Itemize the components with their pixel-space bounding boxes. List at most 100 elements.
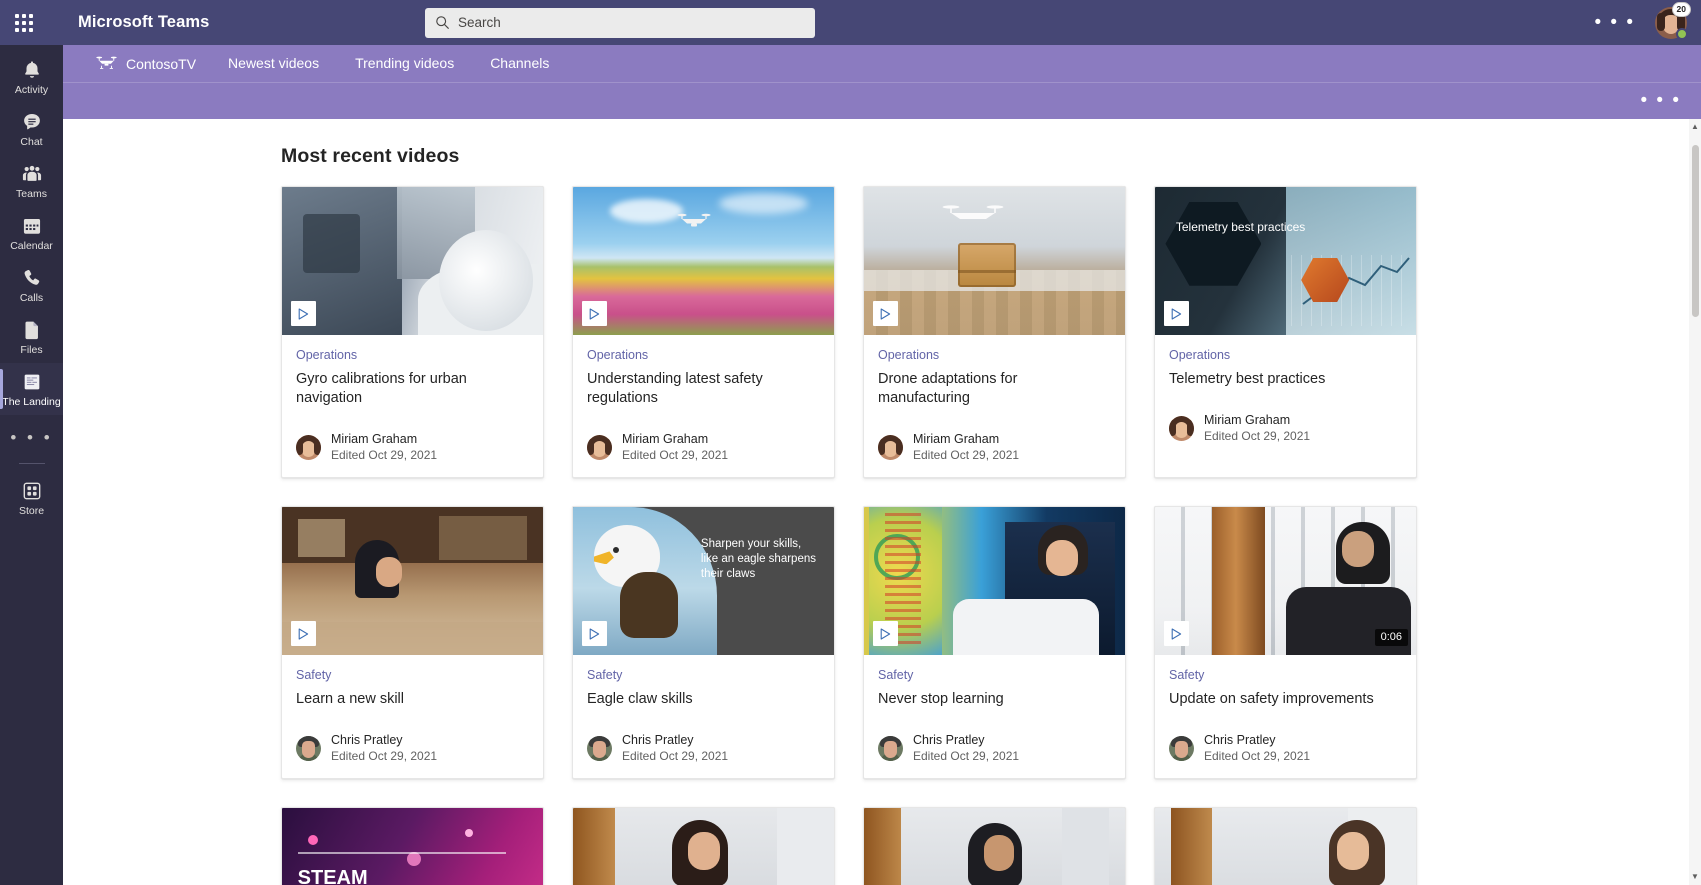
video-thumbnail[interactable] bbox=[1155, 808, 1416, 885]
tab-trending-videos[interactable]: Trending videos bbox=[337, 45, 472, 82]
video-thumbnail[interactable] bbox=[282, 507, 543, 655]
video-card[interactable]: STEAM bbox=[281, 807, 544, 885]
tab-newest-videos[interactable]: Newest videos bbox=[210, 45, 337, 82]
sidebar-item-calendar[interactable]: Calendar bbox=[0, 207, 63, 259]
sidebar-item-chat[interactable]: Chat bbox=[0, 103, 63, 155]
video-page: Most recent videos Operations Gyro calib… bbox=[63, 119, 1701, 885]
video-category[interactable]: Operations bbox=[587, 347, 820, 363]
play-button[interactable] bbox=[582, 301, 607, 326]
app-launcher-icon bbox=[15, 13, 33, 32]
play-button[interactable] bbox=[291, 301, 316, 326]
video-category[interactable]: Safety bbox=[296, 667, 529, 683]
video-card[interactable] bbox=[863, 807, 1126, 885]
video-card[interactable] bbox=[1154, 807, 1417, 885]
presence-indicator bbox=[1676, 27, 1688, 40]
tab-contosotv[interactable]: ContosoTV bbox=[96, 54, 210, 73]
play-button[interactable] bbox=[582, 621, 607, 646]
search-bar[interactable] bbox=[425, 7, 815, 38]
video-thumbnail[interactable] bbox=[864, 808, 1125, 885]
scrollbar-thumb[interactable] bbox=[1691, 145, 1699, 317]
video-title[interactable]: Telemetry best practices bbox=[1169, 370, 1402, 389]
video-thumbnail[interactable]: STEAM bbox=[282, 808, 543, 885]
video-card[interactable] bbox=[572, 807, 835, 885]
sidebar-item-the-landing[interactable]: The Landing bbox=[0, 363, 63, 415]
scroll-up-arrow[interactable]: ▲ bbox=[1689, 123, 1701, 131]
tab-channels[interactable]: Channels bbox=[472, 45, 567, 82]
video-thumbnail[interactable] bbox=[573, 187, 834, 335]
author-name: Chris Pratley bbox=[622, 733, 694, 747]
video-title[interactable]: Gyro calibrations for urban navigation bbox=[296, 370, 529, 408]
video-title[interactable]: Update on safety improvements bbox=[1169, 690, 1402, 709]
sidebar-item-label: Chat bbox=[20, 135, 43, 148]
sidebar-more-apps-button[interactable]: • • • bbox=[0, 415, 63, 461]
app-shell: Activity Chat Teams Calendar Calls Files… bbox=[0, 45, 1701, 885]
sidebar-item-activity[interactable]: Activity bbox=[0, 51, 63, 103]
video-title[interactable]: Understanding latest safety regulations bbox=[587, 370, 820, 408]
video-title[interactable]: Drone adaptations for manufacturing bbox=[878, 370, 1111, 408]
thumbnail-image bbox=[1155, 808, 1416, 885]
video-thumbnail[interactable] bbox=[864, 187, 1125, 335]
author-avatar bbox=[587, 435, 612, 460]
play-button[interactable] bbox=[873, 621, 898, 646]
video-category[interactable]: Operations bbox=[878, 347, 1111, 363]
video-thumbnail[interactable]: Telemetry best practices bbox=[1155, 187, 1416, 335]
video-category[interactable]: Safety bbox=[587, 667, 820, 683]
video-byline: Miriam Graham Edited Oct 29, 2021 bbox=[1155, 389, 1416, 458]
video-card[interactable]: Safety Never stop learning Chris Pratley… bbox=[863, 506, 1126, 779]
author-name: Chris Pratley bbox=[1204, 733, 1276, 747]
video-grid: Operations Gyro calibrations for urban n… bbox=[63, 186, 1701, 885]
author-name: Miriam Graham bbox=[622, 432, 709, 446]
author-name: Chris Pratley bbox=[331, 733, 403, 747]
page-title: Most recent videos bbox=[281, 145, 460, 167]
app-launcher-button[interactable] bbox=[0, 13, 48, 32]
video-title[interactable]: Eagle claw skills bbox=[587, 690, 820, 709]
file-icon bbox=[21, 319, 43, 341]
video-title[interactable]: Never stop learning bbox=[878, 690, 1111, 709]
video-category[interactable]: Safety bbox=[878, 667, 1111, 683]
vertical-scrollbar[interactable]: ▲ ▼ bbox=[1689, 119, 1701, 885]
video-card[interactable]: Sharpen your skills, like an eagle sharp… bbox=[572, 506, 835, 779]
sidebar-item-store[interactable]: Store bbox=[0, 472, 63, 524]
play-button[interactable] bbox=[873, 301, 898, 326]
video-card[interactable]: Operations Gyro calibrations for urban n… bbox=[281, 186, 544, 478]
video-card[interactable]: Operations Drone adaptations for manufac… bbox=[863, 186, 1126, 478]
video-thumbnail[interactable]: 0:06 bbox=[1155, 507, 1416, 655]
video-thumbnail[interactable] bbox=[864, 507, 1125, 655]
top-bar-right: • • • 20 bbox=[1588, 1, 1693, 40]
tab-overflow-button[interactable]: • • • bbox=[1640, 90, 1681, 112]
avatar[interactable]: 20 bbox=[1655, 1, 1691, 40]
sidebar-item-calls[interactable]: Calls bbox=[0, 259, 63, 311]
play-button[interactable] bbox=[291, 621, 316, 646]
video-meta: Operations Understanding latest safety r… bbox=[573, 335, 834, 408]
video-category[interactable]: Safety bbox=[1169, 667, 1402, 683]
video-title[interactable]: Learn a new skill bbox=[296, 690, 529, 709]
video-byline: Chris Pratley Edited Oct 29, 2021 bbox=[864, 709, 1125, 778]
landing-app-icon bbox=[21, 371, 43, 393]
search-input[interactable] bbox=[458, 15, 805, 30]
video-thumbnail[interactable] bbox=[282, 187, 543, 335]
video-card[interactable]: Operations Understanding latest safety r… bbox=[572, 186, 835, 478]
sidebar-item-label: Activity bbox=[14, 83, 49, 96]
video-thumbnail[interactable]: Sharpen your skills, like an eagle sharp… bbox=[573, 507, 834, 655]
author-name: Miriam Graham bbox=[913, 432, 1000, 446]
video-meta: Safety Eagle claw skills bbox=[573, 655, 834, 709]
scroll-down-arrow[interactable]: ▼ bbox=[1689, 873, 1701, 881]
sidebar-item-label: Calendar bbox=[10, 239, 53, 252]
video-card[interactable]: Safety Learn a new skill Chris Pratley E… bbox=[281, 506, 544, 779]
sidebar-item-files[interactable]: Files bbox=[0, 311, 63, 363]
video-thumbnail[interactable] bbox=[573, 808, 834, 885]
sidebar-item-label: Files bbox=[20, 343, 43, 356]
video-category[interactable]: Operations bbox=[296, 347, 529, 363]
video-card[interactable]: Telemetry best practices Operations Tele… bbox=[1154, 186, 1417, 478]
video-card[interactable]: 0:06 Safety Update on safety improvement… bbox=[1154, 506, 1417, 779]
settings-ellipsis-button[interactable]: • • • bbox=[1588, 13, 1641, 32]
video-edited-date: Edited Oct 29, 2021 bbox=[622, 448, 729, 462]
video-edited-date: Edited Oct 29, 2021 bbox=[913, 448, 1020, 462]
sidebar-item-teams[interactable]: Teams bbox=[0, 155, 63, 207]
play-button[interactable] bbox=[1164, 621, 1189, 646]
phone-icon bbox=[21, 267, 43, 289]
video-category[interactable]: Operations bbox=[1169, 347, 1402, 363]
play-button[interactable] bbox=[1164, 301, 1189, 326]
top-bar: Microsoft Teams • • • 20 bbox=[0, 0, 1701, 45]
left-rail: Activity Chat Teams Calendar Calls Files… bbox=[0, 45, 63, 885]
